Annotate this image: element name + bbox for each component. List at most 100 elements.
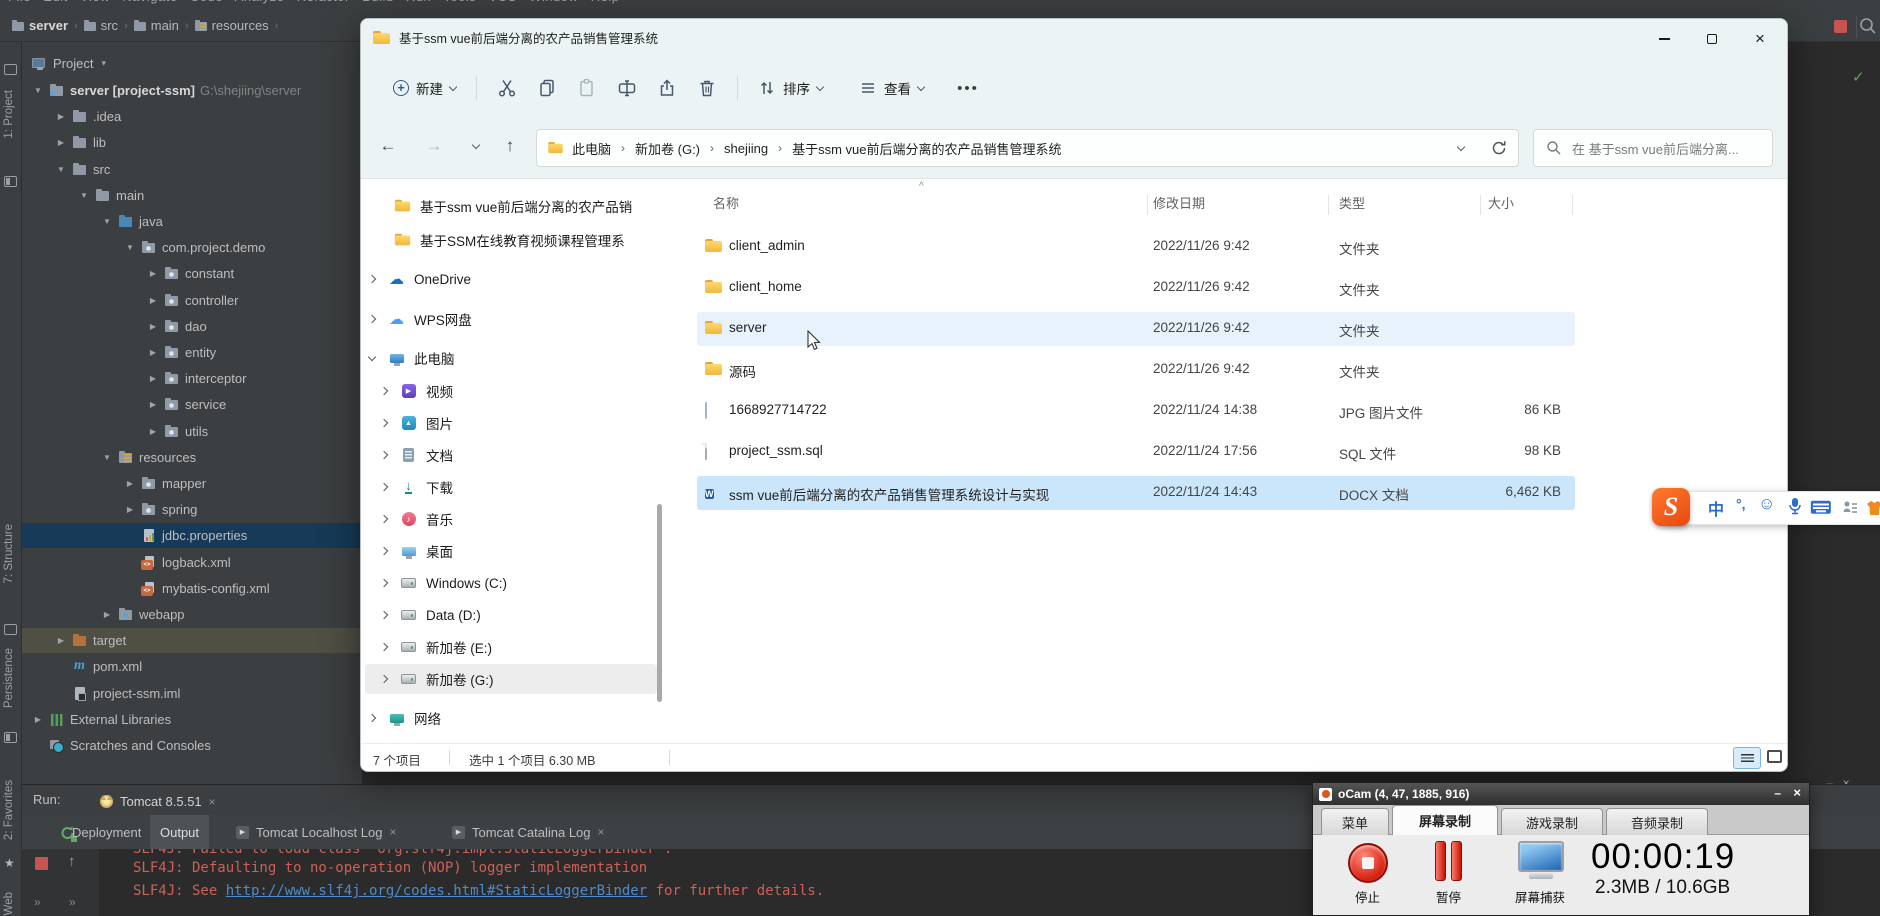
ime-keyboard-icon[interactable]	[1810, 500, 1832, 515]
ime-punctuation-icon[interactable]: °,	[1736, 496, 1746, 512]
tab-output[interactable]: Output	[150, 815, 210, 849]
tree-item-project-ssm.iml[interactable]: project-ssm.iml	[22, 681, 362, 706]
scroll-up-icon[interactable]: ↑	[68, 853, 76, 870]
sidebar-item-Data-D-[interactable]: Data (D:)	[365, 600, 657, 630]
column-header-size[interactable]: 大小	[1488, 193, 1514, 212]
sidebar-item--[interactable]: 此电脑	[365, 343, 657, 373]
sidebar-item--G-[interactable]: 新加卷 (G:)	[365, 664, 657, 694]
close-icon[interactable]: ×	[209, 795, 216, 809]
breadcrumb-item-src[interactable]: src	[83, 18, 118, 33]
back-button[interactable]: ←	[371, 129, 405, 163]
delete-button[interactable]	[687, 70, 727, 106]
chevron-right-icon[interactable]	[377, 482, 391, 492]
sidebar-scrollbar[interactable]	[657, 504, 662, 702]
tree-item-logback.xml[interactable]: logback.xml	[22, 550, 362, 575]
window-layout-icon[interactable]	[4, 64, 17, 75]
chevron-right-icon[interactable]	[377, 642, 391, 652]
refresh-icon[interactable]	[1490, 139, 1508, 157]
tool-window-web[interactable]: Web	[3, 892, 15, 915]
run-config-tab[interactable]: Tomcat 8.5.51 ×	[92, 788, 224, 815]
sidebar-item--SSM-[interactable]: 基于SSM在线教育视频课程管理系	[365, 225, 657, 255]
share-button[interactable]	[647, 70, 687, 106]
sogou-logo-icon[interactable]: S	[1652, 488, 1690, 526]
paste-button[interactable]	[567, 70, 607, 106]
address-crumb-0[interactable]: 此电脑	[572, 139, 611, 158]
chevron-right-icon[interactable]	[377, 578, 391, 588]
ime-mic-icon[interactable]	[1788, 497, 1802, 515]
pause-button[interactable]	[1435, 841, 1446, 881]
sidebar-item--[interactable]: 文档	[365, 440, 657, 470]
search-everywhere-icon[interactable]	[1858, 16, 1878, 36]
chevron-right-icon[interactable]	[365, 713, 379, 723]
tab-tomcat-catalina-log[interactable]: ▶ Tomcat Catalina Log ×	[442, 815, 615, 849]
sidebar-item--[interactable]: ▶ 视频	[365, 376, 657, 406]
tree-item-.idea[interactable]: ▶ .idea	[22, 104, 362, 129]
breadcrumb-item-resources[interactable]: resources	[194, 18, 269, 33]
file-row--[interactable]: 源码 2022/11/26 9:42 文件夹	[697, 353, 1575, 387]
sidebar-item--[interactable]: 桌面	[365, 536, 657, 566]
chevron-right-icon[interactable]	[377, 418, 391, 428]
sidebar-item-WPS-[interactable]: ☁ WPS网盘	[365, 304, 657, 334]
tree-item-server-project-ssm-[interactable]: ▼ server [project-ssm] G:\shejiing\server	[22, 78, 362, 103]
file-row-client_admin[interactable]: client_admin 2022/11/26 9:42 文件夹	[697, 230, 1575, 264]
breadcrumb-item-server[interactable]: server	[12, 18, 68, 33]
structure-toolwindow-icon[interactable]	[4, 624, 17, 635]
tree-item-target[interactable]: ▶ target	[22, 628, 362, 653]
cut-button[interactable]	[487, 70, 527, 106]
tab-tomcat-localhost-log[interactable]: ▶ Tomcat Localhost Log ×	[226, 815, 406, 849]
more-options-button[interactable]: •••	[948, 70, 988, 106]
file-row-server[interactable]: server 2022/11/26 9:42 文件夹	[697, 312, 1575, 346]
tree-item-webapp[interactable]: ▶ webapp	[22, 602, 362, 627]
maximize-button[interactable]	[1689, 19, 1735, 59]
tool-window-persistence[interactable]: Persistence	[3, 648, 15, 708]
chevron-right-icon[interactable]	[377, 514, 391, 524]
new-button[interactable]: + 新建	[383, 70, 466, 106]
tree-item-utils[interactable]: ▶ utils	[22, 419, 362, 444]
tree-item-controller[interactable]: ▶ controller	[22, 288, 362, 313]
sidebar-item--[interactable]: ♪ 音乐	[365, 504, 657, 534]
close-icon[interactable]: ×	[598, 825, 605, 839]
tree-item-pom.xml[interactable]: pom.xml	[22, 654, 362, 679]
sidebar-item-Windows-C-[interactable]: Windows (C:)	[365, 568, 657, 598]
chevron-right-icon[interactable]	[365, 274, 379, 284]
recent-locations-button[interactable]	[459, 129, 493, 163]
up-button[interactable]: ↑	[493, 129, 527, 163]
tab-screen-record[interactable]: 屏幕录制	[1392, 805, 1498, 835]
tab-deployment[interactable]: Deployment	[62, 815, 151, 849]
more-actions-icon[interactable]: »	[69, 895, 76, 909]
chevron-right-icon[interactable]	[377, 674, 391, 684]
chevron-down-icon[interactable]	[365, 352, 379, 361]
close-icon[interactable]: ×	[389, 825, 396, 839]
ime-skin-icon[interactable]	[1866, 500, 1880, 516]
stop-process-icon[interactable]	[35, 857, 48, 870]
close-button[interactable]: ×	[1793, 785, 1801, 800]
sort-button[interactable]: 排序	[748, 70, 833, 106]
file-row-1668927714722[interactable]: 1668927714722 2022/11/24 14:38 JPG 图片文件 86 …	[697, 394, 1575, 428]
file-row-client_home[interactable]: client_home 2022/11/26 9:42 文件夹	[697, 271, 1575, 305]
tree-item-src[interactable]: ▼ src	[22, 157, 362, 182]
tree-item-entity[interactable]: ▶ entity	[22, 340, 362, 365]
tree-item-mybatis-config.xml[interactable]: mybatis-config.xml	[22, 576, 362, 601]
tree-item-jdbc.properties[interactable]: jdbc.properties	[22, 523, 362, 548]
sidebar-item--[interactable]: 网络	[365, 703, 657, 733]
address-crumb-3[interactable]: 基于ssm vue前后端分离的农产品销售管理系统	[792, 139, 1061, 158]
tree-item-dao[interactable]: ▶ dao	[22, 314, 362, 339]
address-crumb-2[interactable]: shejiing	[724, 141, 768, 156]
tab-audio-record[interactable]: 音频录制	[1606, 808, 1708, 835]
close-button[interactable]: ×	[1737, 19, 1783, 59]
tree-item-External-Libraries[interactable]: ▶ External Libraries	[22, 707, 362, 732]
rename-button[interactable]	[607, 70, 647, 106]
column-header-date[interactable]: 修改日期	[1153, 193, 1205, 212]
chevron-right-icon[interactable]	[365, 314, 379, 324]
tree-item-main[interactable]: ▼ main	[22, 183, 362, 208]
tree-item-spring[interactable]: ▶ spring	[22, 497, 362, 522]
view-button[interactable]: 查看	[849, 70, 934, 106]
tree-item-resources[interactable]: ▼ resources	[22, 445, 362, 470]
address-bar[interactable]: 此电脑 › 新加卷 (G:) › shejiing › 基于ssm vue前后端分离的农产品…	[536, 129, 1519, 167]
tree-item-java[interactable]: ▼ java	[22, 209, 362, 234]
details-view-button[interactable]	[1733, 747, 1761, 769]
tab-game-record[interactable]: 游戏录制	[1501, 808, 1603, 835]
tree-item-service[interactable]: ▶ service	[22, 392, 362, 417]
tab-menu[interactable]: 菜单	[1321, 808, 1389, 835]
tool-window-favorites[interactable]: 2: Favorites	[3, 780, 15, 840]
